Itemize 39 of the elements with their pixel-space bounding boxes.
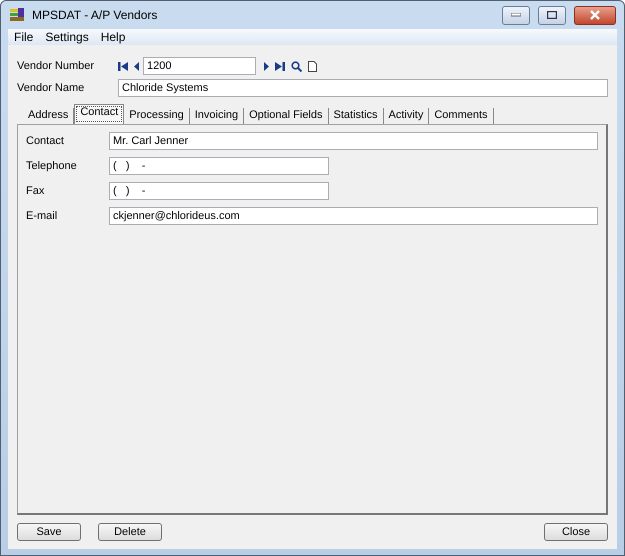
input-field[interactable]: ( ) -	[109, 157, 329, 175]
tab[interactable]: Processing	[124, 108, 190, 124]
field-label: Vendor Name	[17, 82, 86, 94]
tab[interactable]: Optional Fields	[244, 108, 328, 124]
next-record-icon[interactable]	[264, 62, 269, 70]
vendor-name-field[interactable]: Chloride Systems	[118, 79, 608, 97]
tab[interactable]: Statistics	[328, 108, 384, 124]
minimize-icon	[511, 13, 521, 17]
maximize-icon	[547, 11, 557, 19]
tab[interactable]: Comments	[429, 108, 494, 124]
last-record-icon[interactable]	[275, 62, 285, 70]
delete-button[interactable]: Delete	[98, 523, 162, 541]
field-label: Contact	[26, 135, 65, 147]
field-label: Fax	[26, 185, 46, 197]
menu-item[interactable]: Help	[94, 30, 132, 44]
search-icon[interactable]	[291, 60, 302, 72]
app-icon	[9, 7, 26, 23]
maximize-button[interactable]	[538, 6, 566, 24]
window-title: MPSDAT - A/P Vendors	[32, 8, 158, 22]
input-field[interactable]: ( ) -	[109, 182, 329, 200]
input-field[interactable]: ckjenner@chlorideus.com	[109, 207, 598, 225]
field-label: Vendor Number	[17, 60, 96, 72]
new-document-icon[interactable]	[308, 60, 317, 72]
previous-record-icon[interactable]	[134, 62, 139, 70]
save-button[interactable]: Save	[17, 523, 81, 541]
tab[interactable]: Contact	[74, 104, 124, 124]
field-label: E-mail	[26, 210, 58, 222]
close-button[interactable]: Close	[544, 523, 608, 541]
vendor-number-field[interactable]: 1200	[143, 57, 256, 75]
close-button[interactable]	[574, 6, 616, 24]
first-record-icon[interactable]	[118, 62, 128, 70]
field-label: Telephone	[26, 160, 78, 172]
tab[interactable]: Invoicing	[190, 108, 244, 124]
tab[interactable]: Activity	[384, 108, 430, 124]
minimize-button[interactable]	[502, 6, 530, 24]
close-icon	[589, 10, 601, 20]
input-field[interactable]: Mr. Carl Jenner	[109, 132, 598, 150]
menu-item[interactable]: File	[8, 30, 40, 44]
menu-item[interactable]: Settings	[39, 30, 95, 44]
